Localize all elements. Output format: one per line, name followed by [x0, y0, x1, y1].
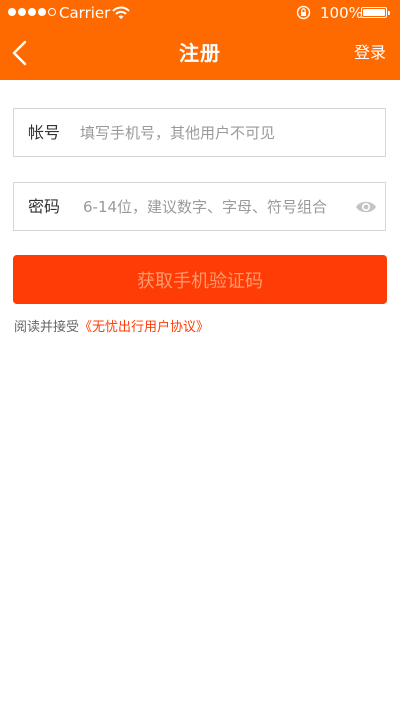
rotation-lock-icon	[296, 5, 311, 20]
account-field: 帐号	[13, 108, 386, 157]
password-input[interactable]	[83, 183, 353, 230]
header: Carrier 100% 注册 登录	[0, 0, 400, 80]
nav-bar: 注册 登录	[0, 26, 400, 80]
signal-strength-icon	[8, 8, 56, 16]
battery-percentage: 100%	[320, 4, 363, 22]
get-verification-code-button[interactable]: 获取手机验证码	[13, 255, 387, 304]
agreement-prefix: 阅读并接受	[14, 320, 80, 335]
status-bar: Carrier 100%	[0, 0, 400, 26]
login-button[interactable]: 登录	[354, 26, 386, 80]
agreement-text: 阅读并接受《无忧出行用户协议》	[14, 316, 209, 335]
account-label: 帐号	[28, 123, 61, 142]
account-input[interactable]	[80, 109, 375, 156]
password-label: 密码	[28, 197, 61, 216]
eye-icon[interactable]	[355, 198, 377, 216]
user-agreement-link[interactable]: 《无忧出行用户协议》	[79, 320, 209, 335]
password-field: 密码	[13, 182, 386, 231]
page-title: 注册	[179, 41, 221, 65]
wifi-icon	[112, 6, 130, 19]
battery-icon	[361, 7, 390, 18]
carrier-name: Carrier	[59, 4, 111, 22]
